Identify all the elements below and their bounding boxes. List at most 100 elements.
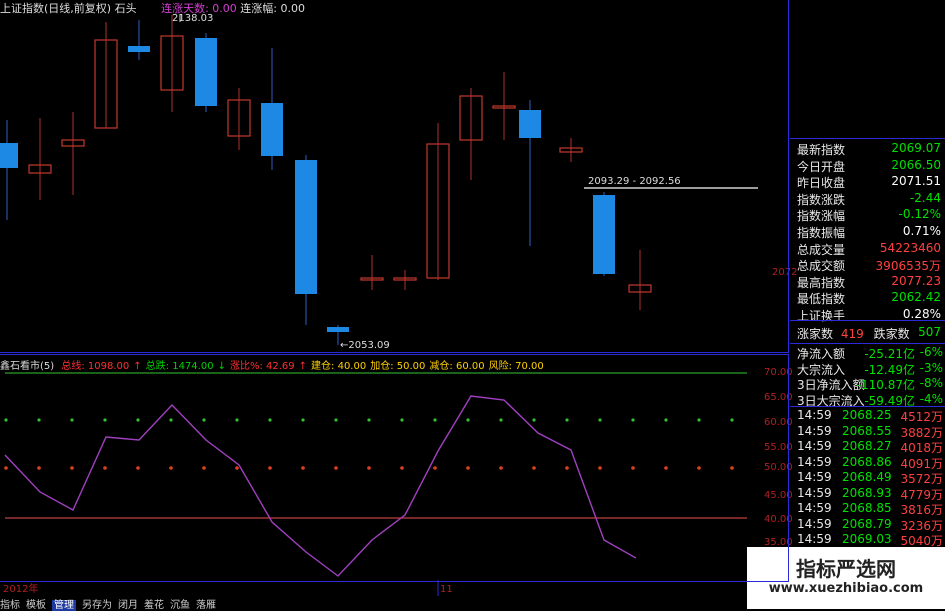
quote-label: 指数涨幅	[797, 209, 846, 224]
tick-row: 14:59 2068.86 4091万	[797, 455, 945, 472]
flow-row: 净流入额 -25.21亿 -6%	[797, 345, 945, 362]
tab-5[interactable]: 羞花	[144, 600, 164, 611]
flow-value: -12.49亿	[864, 362, 915, 377]
flow-value: -110.87亿	[856, 378, 915, 392]
flow-pct: -6%	[919, 345, 943, 359]
tick-volume: 3236万	[900, 518, 943, 533]
quote-row: 总成交量 54223460	[797, 241, 945, 258]
flow-label: 大宗流入	[797, 362, 846, 377]
tick-time: 14:59	[797, 501, 832, 515]
quote-value: 0.71%	[902, 224, 941, 238]
quote-label: 昨日收盘	[797, 176, 846, 191]
x-axis-label: 2012年	[3, 582, 38, 595]
tick-time: 14:59	[797, 439, 832, 453]
flow-label: 净流入额	[797, 347, 846, 361]
quote-label: 总成交额	[797, 259, 846, 274]
tab-6[interactable]: 沉鱼	[170, 600, 190, 611]
quote-value: 3906535万	[875, 259, 941, 274]
quote-row: 最高指数 2077.23	[797, 274, 945, 291]
quote-label: 总成交量	[797, 242, 846, 257]
tab-2[interactable]: 管理	[52, 600, 76, 611]
tick-volume: 4512万	[900, 410, 943, 424]
flow-pct: -4%	[919, 391, 943, 406]
tick-price: 2068.49	[842, 470, 892, 484]
x-axis-label: 11	[440, 584, 453, 595]
flow-row: 大宗流入 -12.49亿 -3%	[797, 361, 945, 378]
tick-price: 2068.27	[842, 439, 892, 453]
oscillator-frame	[0, 354, 789, 582]
quote-value: 2066.50	[891, 157, 941, 172]
tick-price: 2068.55	[842, 423, 892, 438]
tick-time: 14:59	[797, 532, 832, 546]
quote-label: 最低指数	[797, 292, 846, 307]
quote-row: 昨日收盘 2071.51	[797, 174, 945, 191]
flow-value: -25.21亿	[864, 347, 915, 361]
tab-7[interactable]: 落雁	[196, 600, 216, 611]
tick-row: 14:59 2068.25 4512万	[797, 408, 945, 425]
tick-volume: 4018万	[900, 441, 943, 455]
quote-row: 总成交额 3906535万	[797, 257, 945, 274]
bottom-tabs: 指标 模板 管理 另存为 闭月 羞花 沉鱼 落雁	[0, 596, 222, 611]
tab-4[interactable]: 闭月	[118, 600, 138, 611]
quote-value: 0.28%	[902, 307, 941, 321]
tick-price: 2069.03	[842, 532, 892, 546]
tick-time: 14:59	[797, 454, 832, 469]
flow-pct: -3%	[919, 360, 943, 375]
tick-price: 2068.85	[842, 501, 892, 515]
quote-value: -0.12%	[898, 207, 941, 222]
panel-divider	[790, 320, 945, 322]
tick-time: 14:59	[797, 408, 832, 422]
tick-volume: 3572万	[900, 472, 943, 486]
tick-row: 14:59 2068.27 4018万	[797, 439, 945, 456]
up-count: 419	[840, 327, 864, 341]
main-chart-frame	[0, 0, 789, 353]
quote-label: 指数涨跌	[797, 192, 846, 207]
flow-row: 3日净流入额 -110.87亿 -8%	[797, 376, 945, 393]
tick-price: 2068.25	[842, 408, 892, 422]
tick-row: 14:59 2068.93 4779万	[797, 486, 945, 503]
tick-time: 14:59	[797, 423, 832, 438]
quote-value: 2071.51	[891, 174, 941, 189]
quote-row: 指数振幅 0.71%	[797, 224, 945, 241]
quote-value: -2.44	[909, 190, 941, 205]
tick-volume: 3882万	[900, 425, 943, 440]
tick-volume: 3816万	[900, 503, 943, 517]
tick-time: 14:59	[797, 516, 832, 531]
quote-row: 今日开盘 2066.50	[797, 158, 945, 175]
tick-volume: 4091万	[900, 456, 943, 471]
quote-label: 最新指数	[797, 143, 846, 157]
up-count-label: 涨家数	[797, 327, 834, 341]
quote-label: 最高指数	[797, 275, 846, 290]
down-count: 507	[918, 325, 941, 339]
breadth-row: 涨家数 419 跌家数 507	[797, 325, 945, 342]
tick-volume: 4779万	[900, 487, 943, 502]
flow-pct: -8%	[919, 376, 943, 390]
panel-divider	[790, 406, 945, 408]
quote-row: 指数涨跌 -2.44	[797, 191, 945, 208]
tick-row: 14:59 2068.49 3572万	[797, 470, 945, 487]
quote-row: 最新指数 2069.07	[797, 141, 945, 158]
quote-row: 最低指数 2062.42	[797, 290, 945, 307]
down-count-label: 跌家数	[873, 327, 910, 341]
tick-time: 14:59	[797, 470, 832, 484]
quote-label: 今日开盘	[797, 159, 846, 174]
watermark-url: www.xuezhibiao.com	[768, 581, 924, 596]
tick-price: 2068.93	[842, 485, 892, 500]
quote-value: 2069.07	[891, 141, 941, 155]
tick-row: 14:59 2068.85 3816万	[797, 501, 945, 518]
flow-label: 3日净流入额	[797, 378, 865, 392]
quote-value: 2077.23	[891, 273, 941, 288]
tick-price: 2068.79	[842, 516, 892, 531]
tick-row: 14:59 2068.55 3882万	[797, 424, 945, 441]
tab-0[interactable]: 指标	[0, 600, 20, 611]
quote-row: 指数涨幅 -0.12%	[797, 207, 945, 224]
panel-divider	[790, 343, 945, 345]
quote-value: 54223460	[879, 240, 941, 255]
tick-row: 14:59 2068.79 3236万	[797, 517, 945, 534]
panel-divider	[790, 138, 945, 140]
tick-time: 14:59	[797, 485, 832, 500]
quote-value: 2062.42	[891, 290, 941, 305]
tab-3[interactable]: 另存为	[82, 600, 112, 611]
tick-price: 2068.86	[842, 454, 892, 469]
tab-1[interactable]: 模板	[26, 600, 46, 611]
